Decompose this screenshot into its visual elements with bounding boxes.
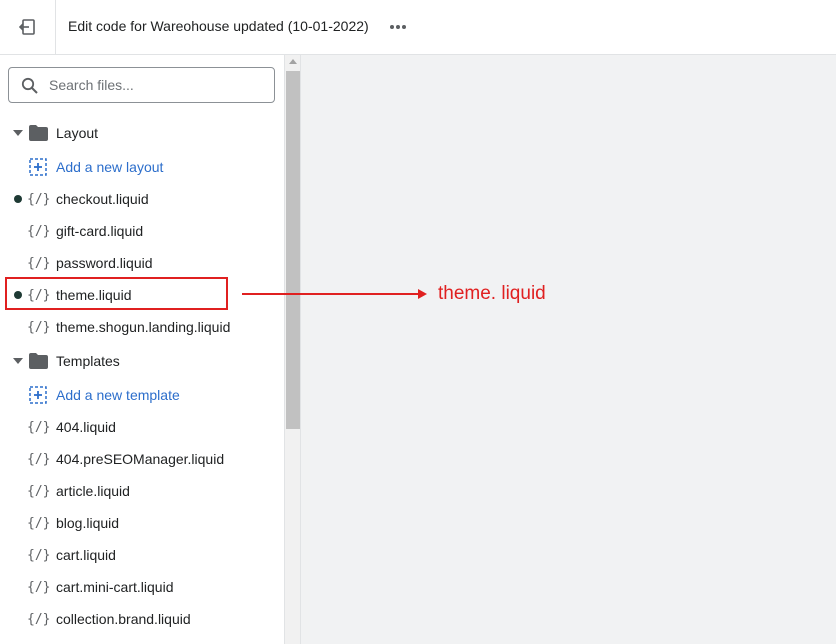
file-label: blog.liquid [56, 515, 120, 531]
file-label: password.liquid [56, 255, 153, 271]
liquid-file-icon: {/} [27, 515, 51, 531]
file-label: 404.preSEOManager.liquid [56, 451, 225, 467]
liquid-file-icon: {/} [27, 287, 51, 303]
add-template-label: Add a new template [56, 387, 180, 403]
add-template-link[interactable]: Add a new template [0, 380, 284, 410]
file-item-checkout[interactable]: {/} checkout.liquid [0, 184, 284, 214]
file-label: article.liquid [56, 483, 130, 499]
scroll-up-arrow-icon[interactable] [289, 59, 297, 64]
modified-indicator [14, 195, 22, 203]
file-label: collection.brand.liquid [56, 611, 191, 627]
add-layout-label: Add a new layout [56, 159, 164, 175]
file-label: theme.liquid [56, 287, 132, 303]
file-item-404-preseomanager[interactable]: {/} 404.preSEOManager.liquid [0, 444, 284, 474]
liquid-file-icon: {/} [27, 191, 51, 207]
folder-templates[interactable]: Templates [0, 346, 284, 376]
search-icon [21, 77, 38, 94]
folder-layout[interactable]: Layout [0, 118, 284, 148]
liquid-file-icon: {/} [27, 547, 51, 563]
file-label: theme.shogun.landing.liquid [56, 319, 231, 335]
liquid-file-icon: {/} [27, 255, 51, 271]
liquid-file-icon: {/} [27, 579, 51, 595]
add-file-icon [29, 158, 47, 176]
annotation-arrow [242, 293, 422, 295]
top-bar: Edit code for Wareohouse updated (10-01-… [0, 0, 836, 55]
liquid-file-icon: {/} [27, 223, 51, 239]
scrollbar-thumb[interactable] [286, 71, 300, 429]
file-item-article[interactable]: {/} article.liquid [0, 476, 284, 506]
file-item-gift-card[interactable]: {/} gift-card.liquid [0, 216, 284, 246]
folder-label: Layout [56, 125, 99, 141]
liquid-file-icon: {/} [27, 451, 51, 467]
more-actions-button[interactable] [384, 14, 412, 40]
page-title: Edit code for Wareohouse updated (10-01-… [68, 18, 369, 34]
add-file-icon [29, 386, 47, 404]
annotation-arrowhead-icon [418, 289, 427, 299]
liquid-file-icon: {/} [27, 611, 51, 627]
folder-icon [29, 353, 48, 369]
liquid-file-icon: {/} [27, 483, 51, 499]
file-item-theme[interactable]: {/} theme.liquid [0, 280, 284, 310]
sidebar-scrollbar[interactable] [284, 55, 300, 644]
folder-label: Templates [56, 353, 120, 369]
file-label: checkout.liquid [56, 191, 149, 207]
topbar-divider [55, 0, 56, 55]
caret-down-icon [13, 358, 23, 364]
file-label: gift-card.liquid [56, 223, 144, 239]
exit-button[interactable] [14, 13, 42, 41]
file-item-theme-shogun[interactable]: {/} theme.shogun.landing.liquid [0, 312, 284, 342]
file-item-cart-mini-cart[interactable]: {/} cart.mini-cart.liquid [0, 572, 284, 602]
file-item-404[interactable]: {/} 404.liquid [0, 412, 284, 442]
caret-down-icon [13, 130, 23, 136]
file-item-cart[interactable]: {/} cart.liquid [0, 540, 284, 570]
liquid-file-icon: {/} [27, 319, 51, 335]
file-sidebar: Layout Add a new layout {/} checkout.liq… [0, 55, 284, 644]
annotation-label: theme. liquid [438, 283, 546, 304]
more-horizontal-icon [390, 25, 406, 29]
liquid-file-icon: {/} [27, 419, 51, 435]
file-label: cart.liquid [56, 547, 116, 563]
file-item-password[interactable]: {/} password.liquid [0, 248, 284, 278]
file-item-blog[interactable]: {/} blog.liquid [0, 508, 284, 538]
file-label: cart.mini-cart.liquid [56, 579, 174, 595]
modified-indicator [14, 291, 22, 299]
file-label: 404.liquid [56, 419, 116, 435]
editor-area [300, 55, 836, 644]
search-box [8, 67, 275, 103]
exit-icon [19, 19, 35, 35]
search-input[interactable] [49, 74, 264, 96]
add-layout-link[interactable]: Add a new layout [0, 152, 284, 182]
file-item-collection-brand[interactable]: {/} collection.brand.liquid [0, 604, 284, 634]
folder-icon [29, 125, 48, 141]
